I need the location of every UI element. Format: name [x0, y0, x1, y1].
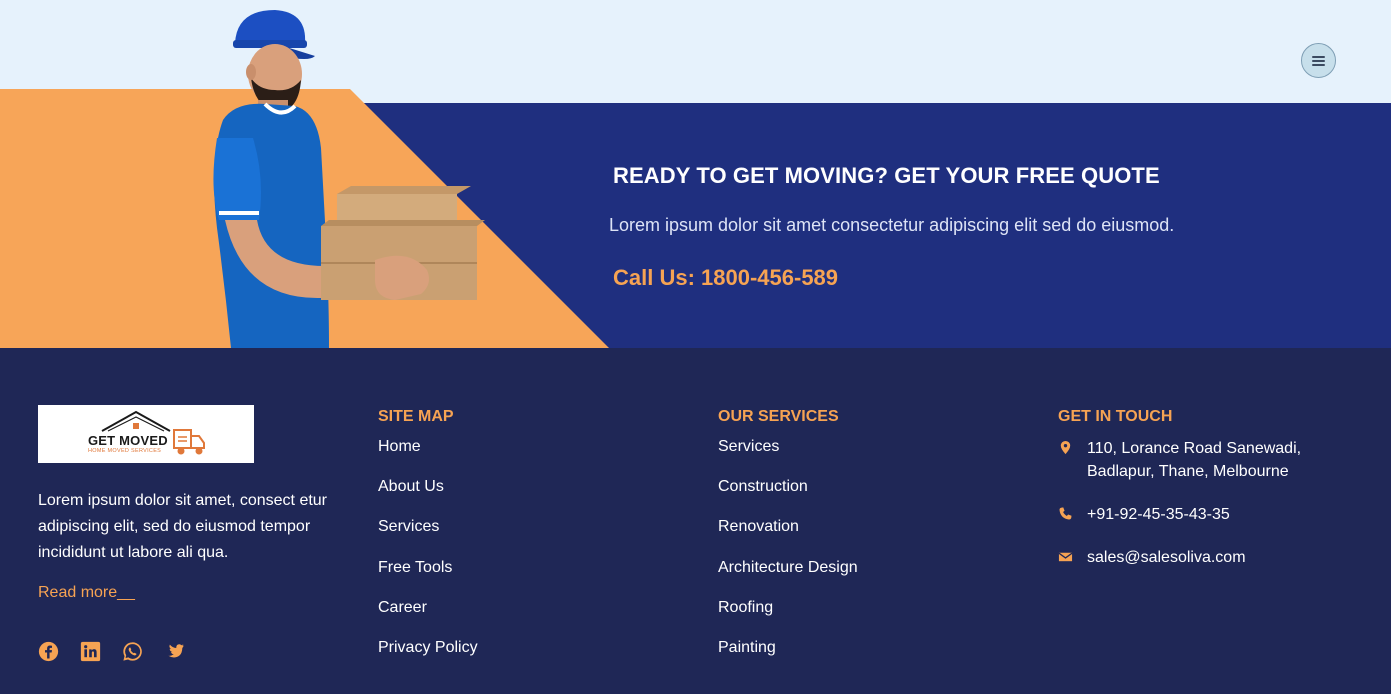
sitemap-link-about-us[interactable]: About Us [378, 477, 478, 517]
sitemap-column: SITE MAP Home About Us Services Free Too… [378, 408, 478, 678]
email-text: sales@salesoliva.com [1087, 549, 1246, 566]
about-text: Lorem ipsum dolor sit amet, consect etur… [38, 492, 328, 561]
sitemap-link-privacy-policy[interactable]: Privacy Policy [378, 638, 478, 678]
logo-title: GET MOVED [88, 433, 168, 448]
delivery-man-image [213, 10, 485, 348]
services-column: OUR SERVICES Services Construction Renov… [718, 408, 858, 678]
social-links [38, 641, 185, 662]
address-text: 110, Lorance Road Sanewadi, Badlapur, Th… [1087, 440, 1302, 480]
phone-icon [1059, 507, 1072, 520]
logo-subtitle: HOME MOVED SERVICES [88, 448, 162, 454]
facebook-icon[interactable] [38, 641, 59, 662]
contact-column: GET IN TOUCH 110, Lorance Road Sanewadi,… [1058, 408, 1327, 589]
hamburger-icon [1312, 55, 1325, 66]
service-link-services[interactable]: Services [718, 437, 858, 477]
contact-heading: GET IN TOUCH [1058, 408, 1173, 425]
location-pin-icon [1060, 440, 1071, 455]
linkedin-icon[interactable] [80, 641, 101, 662]
contact-email[interactable]: sales@salesoliva.com [1058, 546, 1327, 569]
footer: GET MOVED HOME MOVED SERVICES Lorem ipsu… [0, 348, 1391, 694]
menu-button[interactable] [1301, 43, 1336, 78]
contact-phone[interactable]: +91-92-45-35-43-35 [1058, 503, 1327, 526]
service-link-roofing[interactable]: Roofing [718, 598, 858, 638]
logo[interactable]: GET MOVED HOME MOVED SERVICES [38, 405, 254, 463]
sitemap-link-services[interactable]: Services [378, 517, 478, 557]
service-link-renovation[interactable]: Renovation [718, 517, 858, 557]
service-link-construction[interactable]: Construction [718, 477, 858, 517]
service-link-painting[interactable]: Painting [718, 638, 858, 678]
service-link-architecture-design[interactable]: Architecture Design [718, 558, 858, 598]
envelope-icon [1058, 552, 1073, 562]
cta-description: Lorem ipsum dolor sit amet consectetur a… [609, 215, 1175, 235]
sitemap-link-career[interactable]: Career [378, 598, 478, 638]
services-heading: OUR SERVICES [718, 408, 839, 425]
sitemap-link-home[interactable]: Home [378, 437, 478, 477]
read-more-link[interactable]: Read more__ [38, 584, 135, 602]
sitemap-link-free-tools[interactable]: Free Tools [378, 558, 478, 598]
whatsapp-icon[interactable] [122, 641, 143, 662]
twitter-icon[interactable] [164, 641, 185, 662]
sitemap-heading: SITE MAP [378, 408, 454, 425]
phone-text: +91-92-45-35-43-35 [1087, 506, 1230, 523]
contact-address: 110, Lorance Road Sanewadi, Badlapur, Th… [1058, 437, 1327, 483]
truck-icon [173, 429, 205, 455]
cta-banner: READY TO GET MOVING? GET YOUR FREE QUOTE… [0, 0, 1391, 348]
call-us-link[interactable]: Call Us: 1800-456-589 [613, 265, 838, 291]
cta-title: READY TO GET MOVING? GET YOUR FREE QUOTE [613, 163, 1160, 188]
